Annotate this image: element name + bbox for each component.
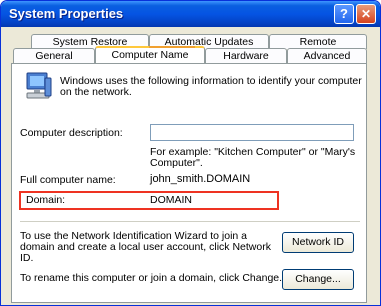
rename-description: To rename this computer or join a domain… (20, 272, 283, 284)
close-button[interactable]: ✕ (356, 4, 376, 24)
close-icon: ✕ (360, 7, 372, 21)
full-computer-name-value: john_smith.DOMAIN (150, 173, 251, 185)
tab-computer-name[interactable]: Computer Name (95, 46, 205, 63)
tab-general[interactable]: General (13, 48, 95, 63)
network-id-description: To use the Network Identification Wizard… (20, 230, 271, 264)
computer-name-panel: Windows uses the following information t… (11, 63, 367, 303)
intro-text: Windows uses the following information t… (60, 75, 362, 98)
tab-advanced[interactable]: Advanced (287, 48, 367, 63)
title-bar[interactable]: System Properties ? ✕ (1, 1, 380, 27)
computer-icon (26, 72, 52, 99)
change-button[interactable]: Change... (282, 269, 354, 290)
system-properties-window: System Properties ? ✕ System Restore Aut… (0, 0, 381, 306)
network-id-button[interactable]: Network ID (282, 232, 354, 253)
full-computer-name-label: Full computer name: (20, 174, 116, 186)
tab-remote[interactable]: Remote (269, 34, 367, 49)
domain-value: DOMAIN (150, 194, 192, 206)
computer-description-label: Computer description: (20, 127, 123, 139)
separator (20, 221, 360, 222)
example-text: For example: "Kitchen Computer" or "Mary… (150, 146, 356, 169)
computer-description-input[interactable] (150, 124, 354, 141)
annotation-line (149, 46, 195, 48)
domain-label: Domain: (26, 194, 66, 206)
tab-hardware[interactable]: Hardware (205, 48, 287, 63)
help-button[interactable]: ? (334, 4, 354, 24)
window-title: System Properties (9, 6, 124, 21)
question-mark-icon: ? (340, 6, 348, 21)
